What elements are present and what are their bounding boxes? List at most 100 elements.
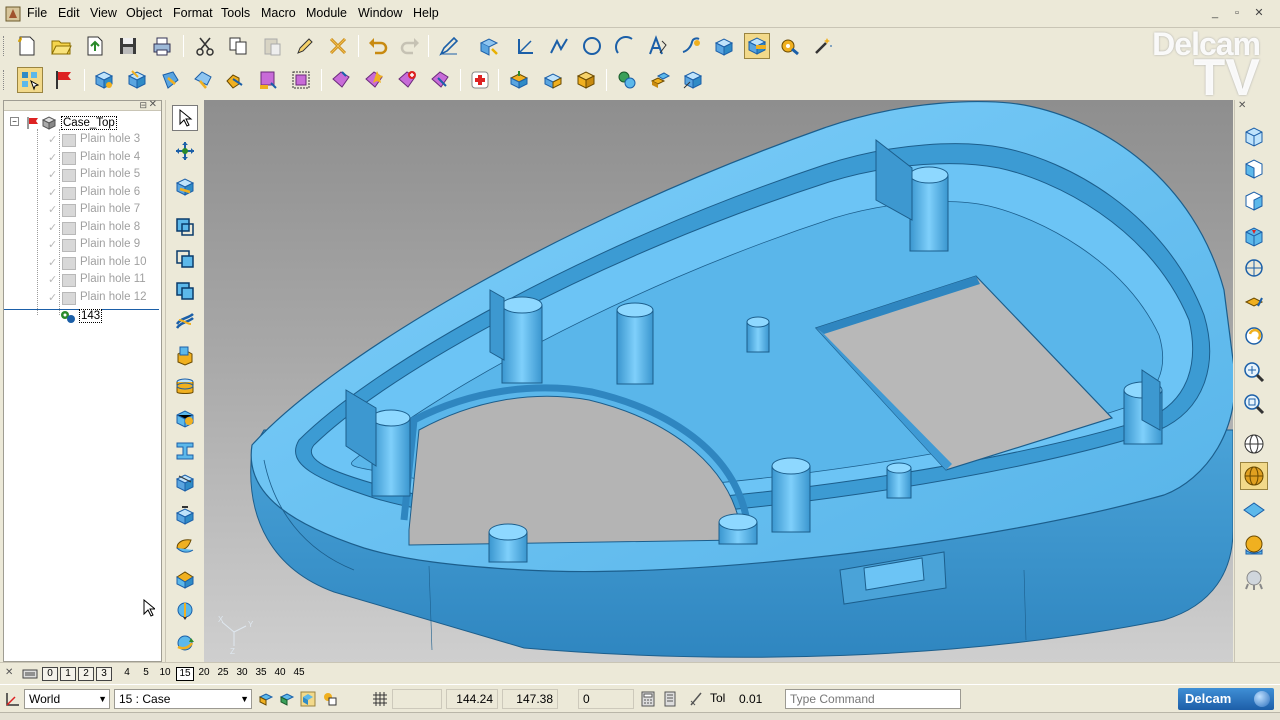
view-spin-button[interactable] bbox=[1240, 290, 1268, 318]
units-icon[interactable] bbox=[662, 691, 678, 707]
level-25[interactable]: 25 bbox=[215, 667, 231, 681]
mirror-button[interactable] bbox=[614, 67, 640, 93]
solid-new-button[interactable] bbox=[172, 214, 198, 240]
pattern-button[interactable] bbox=[573, 67, 599, 93]
text-button[interactable] bbox=[645, 33, 671, 59]
lighting-button[interactable] bbox=[1240, 532, 1268, 560]
level-1[interactable]: 1 bbox=[60, 667, 76, 681]
revolve-button[interactable] bbox=[157, 67, 183, 93]
box-button[interactable] bbox=[540, 67, 566, 93]
toolbar-grip[interactable] bbox=[3, 36, 6, 56]
edit-button[interactable] bbox=[292, 33, 318, 59]
fillet-button[interactable] bbox=[222, 67, 248, 93]
close-panel-icon[interactable]: ✕ bbox=[149, 99, 157, 110]
toolbar-grip[interactable] bbox=[3, 70, 6, 90]
line-button[interactable] bbox=[513, 33, 539, 59]
close-toolbar-icon[interactable]: ✕ bbox=[1238, 100, 1246, 111]
block-button[interactable] bbox=[172, 342, 198, 368]
tree-item[interactable]: ✓ Plain hole 11 bbox=[4, 272, 159, 289]
flag-button[interactable] bbox=[51, 67, 77, 93]
tolerance-field[interactable]: 0.01 bbox=[734, 689, 778, 709]
shell-solid-button[interactable] bbox=[172, 534, 198, 560]
edit-feature-button[interactable] bbox=[172, 174, 198, 200]
render-button[interactable] bbox=[1240, 566, 1268, 594]
solid-button[interactable] bbox=[711, 33, 737, 59]
wireframe-button[interactable] bbox=[1240, 430, 1268, 458]
menu-view[interactable]: View bbox=[87, 6, 120, 20]
view-side-button[interactable] bbox=[1240, 186, 1268, 214]
pointer-button[interactable] bbox=[172, 105, 198, 131]
level-40[interactable]: 40 bbox=[272, 667, 288, 681]
delcam-button[interactable]: Delcam bbox=[1178, 688, 1274, 710]
plane-button[interactable] bbox=[1240, 496, 1268, 524]
level-select[interactable]: 15 : Case ▼ bbox=[114, 689, 252, 709]
delete-button[interactable] bbox=[325, 33, 351, 59]
level-5[interactable]: 5 bbox=[139, 667, 153, 681]
level-15-active[interactable]: 15 bbox=[176, 667, 194, 681]
cone-button[interactable] bbox=[172, 405, 198, 431]
feature-add-button[interactable] bbox=[328, 67, 354, 93]
feature-edit-button[interactable] bbox=[394, 67, 420, 93]
tree-item[interactable]: ✓ Plain hole 6 bbox=[4, 185, 159, 202]
level-2[interactable]: 2 bbox=[78, 667, 94, 681]
tree-item[interactable]: ✓ Plain hole 4 bbox=[4, 150, 159, 167]
wedge-button[interactable] bbox=[172, 598, 198, 624]
view-rotate-button[interactable] bbox=[1240, 254, 1268, 282]
tree-item[interactable]: ✓ Plain hole 8 bbox=[4, 220, 159, 237]
view-top-button[interactable] bbox=[1240, 122, 1268, 150]
menu-format[interactable]: Format bbox=[170, 6, 216, 20]
zoom-fit-button[interactable] bbox=[1240, 358, 1268, 386]
paste-solid-button[interactable] bbox=[172, 278, 198, 304]
tree-item[interactable]: ✓ Plain hole 10 bbox=[4, 255, 159, 272]
rotate-button[interactable] bbox=[172, 630, 198, 656]
circle-button[interactable] bbox=[579, 33, 605, 59]
wizard-button[interactable] bbox=[810, 33, 836, 59]
solid-mode-icon[interactable] bbox=[300, 691, 316, 707]
menu-edit[interactable]: Edit bbox=[55, 6, 83, 20]
snap-icon[interactable] bbox=[258, 691, 274, 707]
transform-button[interactable] bbox=[476, 33, 502, 59]
split-solid-button[interactable] bbox=[172, 566, 198, 592]
view-iso-button[interactable] bbox=[1240, 222, 1268, 250]
workplane-select[interactable]: World ▼ bbox=[24, 689, 110, 709]
cylinder-button[interactable] bbox=[172, 374, 198, 400]
tree-item[interactable]: ✓ Plain hole 3 bbox=[4, 132, 159, 149]
select-button[interactable] bbox=[17, 67, 43, 93]
menu-module[interactable]: Module bbox=[303, 6, 350, 20]
menu-window[interactable]: Window bbox=[355, 6, 405, 20]
sketch-button[interactable] bbox=[436, 33, 462, 59]
case-top-model[interactable]: X Y Z bbox=[204, 100, 1233, 662]
curve-button[interactable] bbox=[678, 33, 704, 59]
level-3[interactable]: 3 bbox=[96, 667, 112, 681]
copy-button[interactable] bbox=[225, 33, 251, 59]
feature-copy-button[interactable] bbox=[427, 67, 453, 93]
settings-button[interactable] bbox=[777, 33, 803, 59]
menu-macro[interactable]: Macro bbox=[258, 6, 299, 20]
open-button[interactable] bbox=[48, 33, 74, 59]
menu-file[interactable]: File bbox=[24, 6, 50, 20]
shell-button[interactable] bbox=[506, 67, 532, 93]
view-front-button[interactable] bbox=[1240, 154, 1268, 182]
copy-solid-button[interactable] bbox=[172, 246, 198, 272]
level-45[interactable]: 45 bbox=[291, 667, 307, 681]
new-button[interactable] bbox=[14, 33, 40, 59]
sweep-button[interactable] bbox=[190, 67, 216, 93]
move-view-button[interactable] bbox=[172, 138, 198, 164]
save-button[interactable] bbox=[115, 33, 141, 59]
levels-icon[interactable] bbox=[22, 667, 38, 681]
offset-button[interactable] bbox=[172, 502, 198, 528]
extrude-button[interactable] bbox=[124, 67, 150, 93]
level-4[interactable]: 4 bbox=[120, 667, 134, 681]
intelligent-cursor-icon[interactable] bbox=[279, 691, 295, 707]
i-beam-button[interactable] bbox=[172, 438, 198, 464]
close-icon[interactable]: ✕ bbox=[1250, 6, 1268, 20]
pin-icon[interactable]: ⊟ bbox=[139, 100, 147, 111]
object-mode-icon[interactable] bbox=[322, 691, 338, 707]
level-30[interactable]: 30 bbox=[234, 667, 250, 681]
arc-button[interactable] bbox=[612, 33, 638, 59]
redo-button[interactable] bbox=[397, 33, 423, 59]
cut-button[interactable] bbox=[192, 33, 218, 59]
step-field[interactable] bbox=[392, 689, 442, 709]
tree-item[interactable]: ✓ Plain hole 7 bbox=[4, 202, 159, 219]
split-button[interactable] bbox=[647, 67, 673, 93]
